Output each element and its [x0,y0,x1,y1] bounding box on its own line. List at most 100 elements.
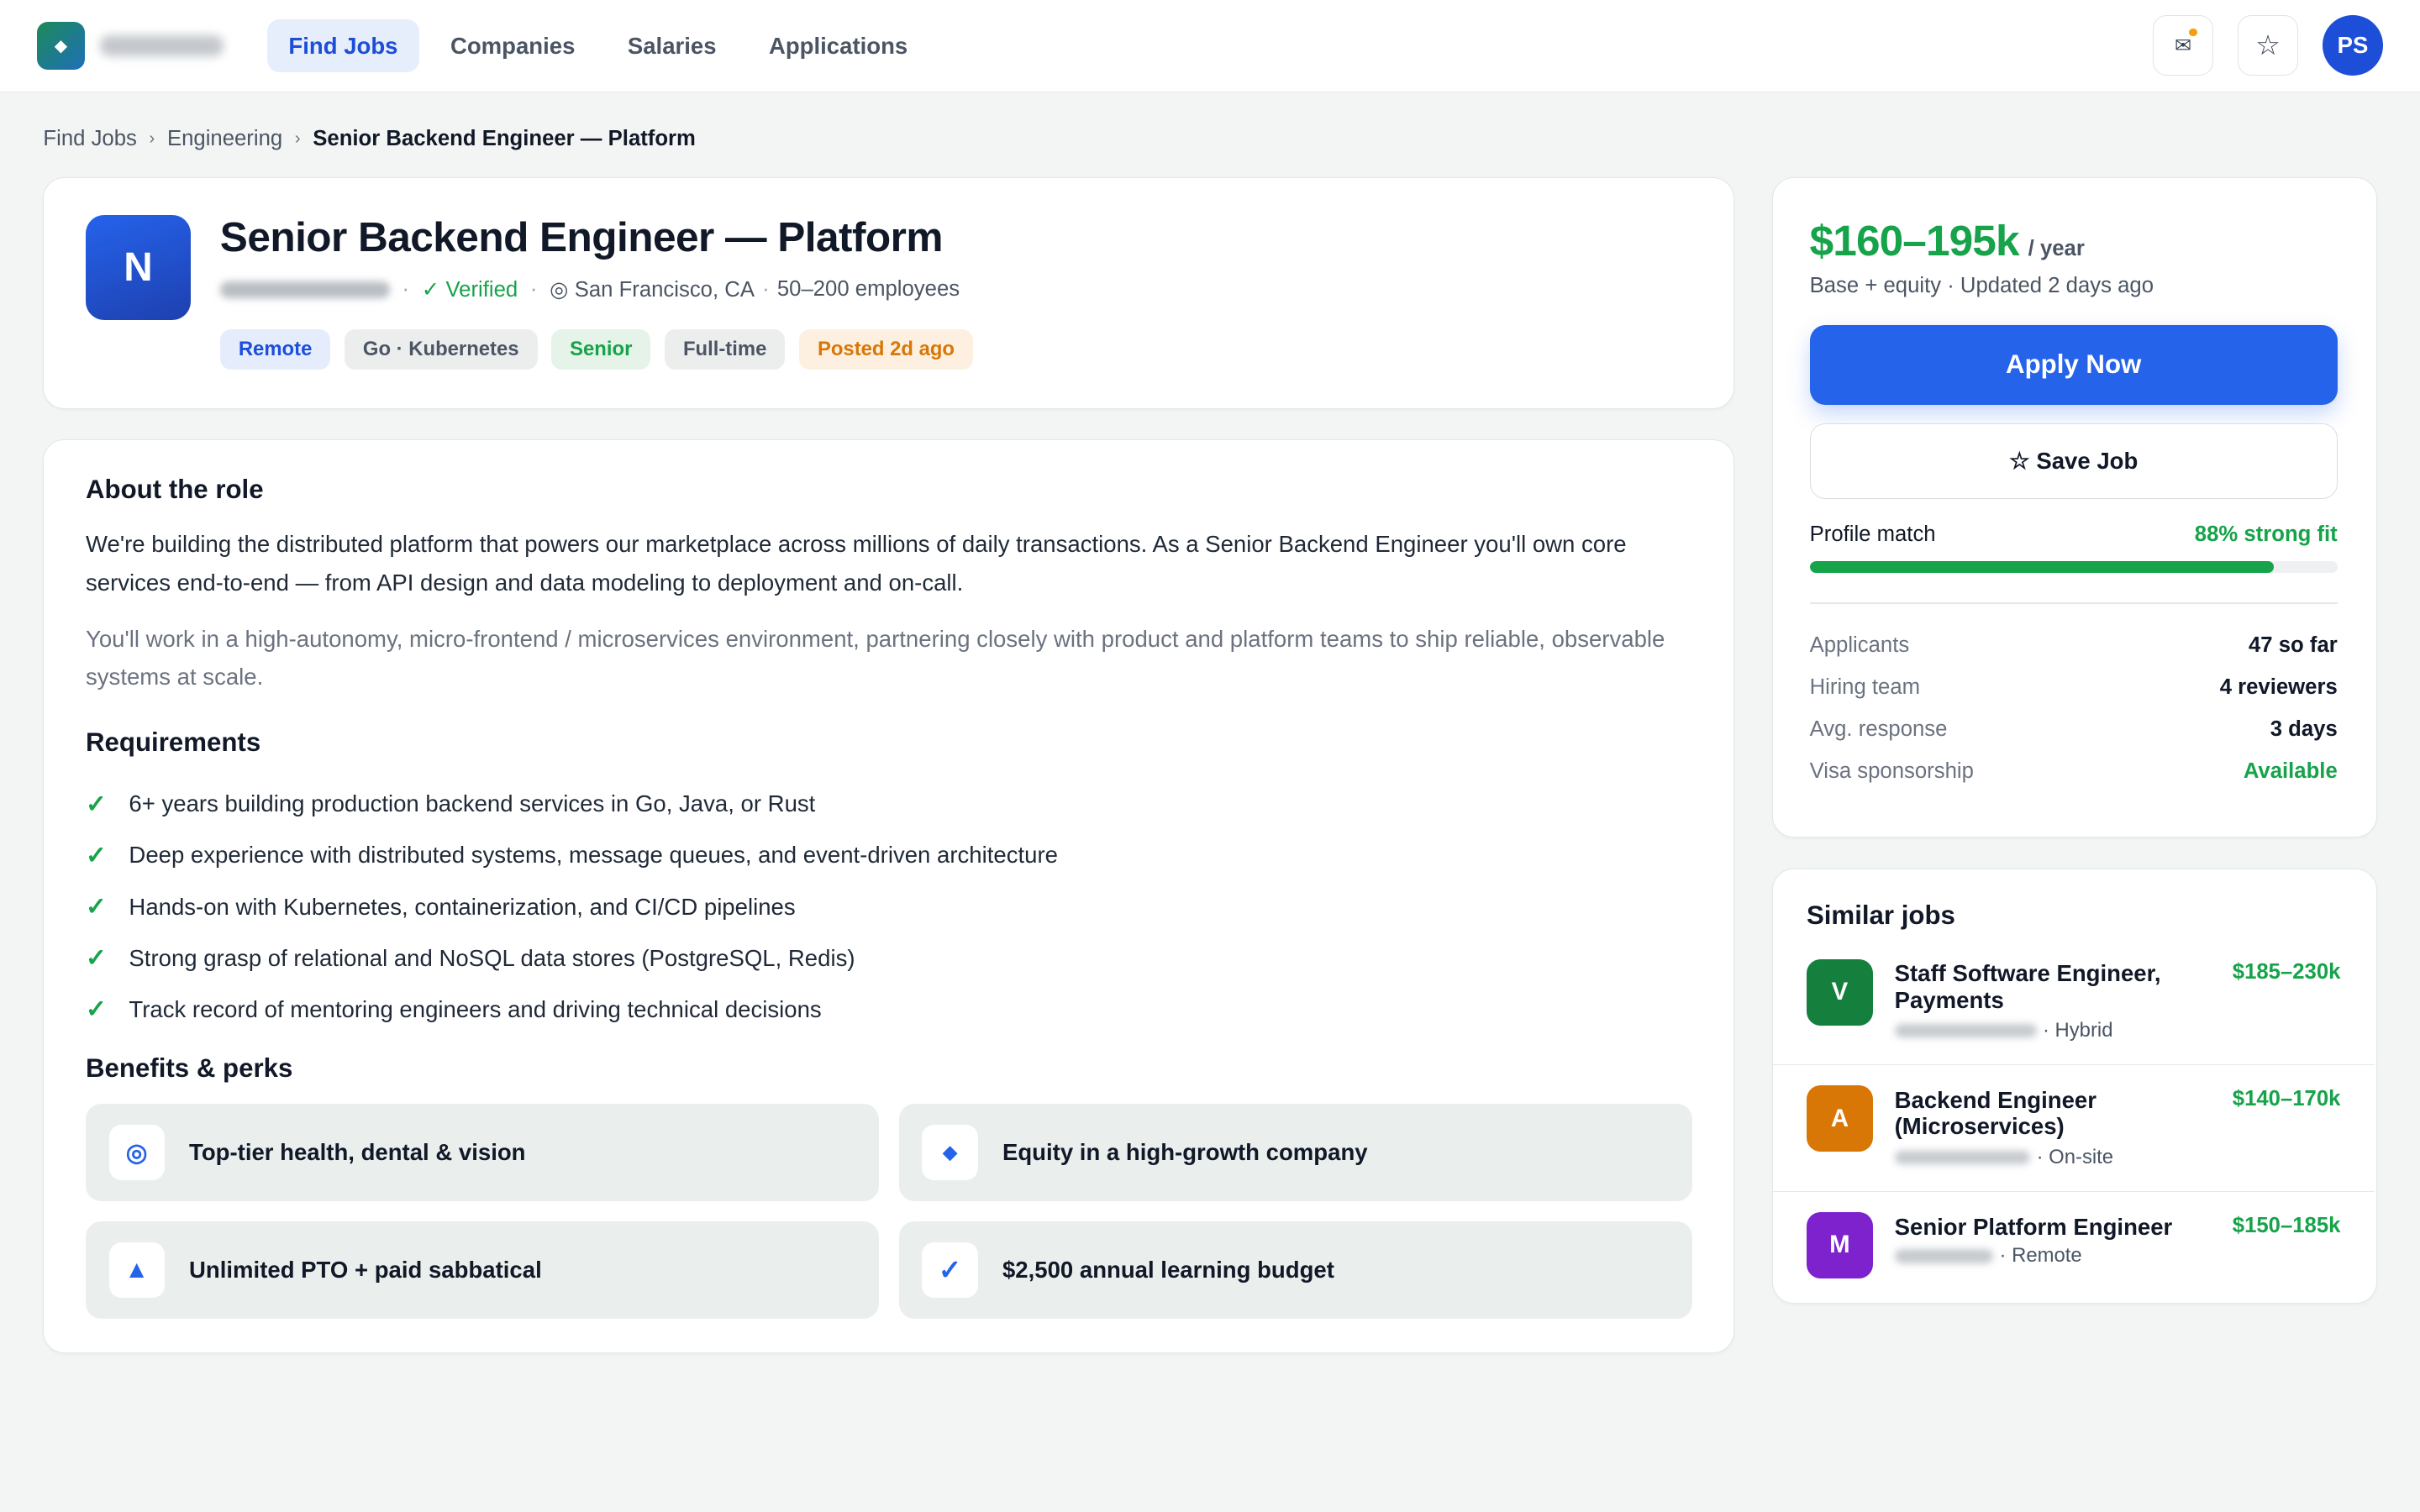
diamond-icon: ◆ [922,1125,978,1181]
check-icon: ✓ [86,790,107,818]
about-paragraph-1: We're building the distributed platform … [86,531,1627,596]
company-logo: A [1806,1085,1873,1152]
requirements-list: ✓ 6+ years building production backend se… [86,779,1058,1036]
tag-seniority: Senior [551,329,651,370]
tag-employment-type: Full-time [664,329,786,370]
company-logo: V [1806,958,1873,1026]
breadcrumb-engineering[interactable]: Engineering [167,127,282,151]
mail-icon: ✉ [2175,34,2192,57]
app-logo-wordmark [100,34,224,57]
company-name-redacted [1894,1249,1994,1263]
check-icon: ✓ [922,1242,978,1298]
apply-now-button[interactable]: Apply Now [1809,324,2338,406]
breadcrumb: Find Jobs › Engineering › Senior Backend… [43,127,696,151]
breadcrumb-separator-icon: › [149,129,155,148]
messages-button[interactable]: ✉ [2153,15,2213,76]
list-item: ✓ Track record of mentoring engineers and… [86,995,822,1024]
perk-learning: ✓ $2,500 annual learning budget [898,1221,1692,1319]
check-icon: ✓ [86,841,107,869]
save-job-button[interactable]: ☆ Save Job [1809,423,2338,500]
list-item: ✓ 6+ years building production backend se… [86,790,816,818]
job-details-card: About the role We're building the distri… [43,439,1735,1353]
nav-companies[interactable]: Companies [429,19,597,71]
salary-amount: $160–195k [1809,216,2020,265]
stat-applicants: Applicants 47 so far [1809,633,2338,657]
salary-unit: / year [2028,237,2085,261]
nav-salaries[interactable]: Salaries [606,19,738,71]
company-name-redacted [1894,1150,2031,1165]
similar-job-meta: · Hybrid [1894,1019,2112,1042]
about-heading: About the role [86,474,264,504]
list-item: ✓ Strong grasp of relational and NoSQL da… [86,944,855,973]
similar-jobs-heading: Similar jobs [1806,900,1955,930]
main-nav: Find Jobs Companies Salaries Application… [266,19,929,72]
benefits-heading: Benefits & perks [86,1053,293,1083]
similar-job-title[interactable]: Staff Software Engineer, Payments [1895,960,2188,1012]
perk-equity: ◆ Equity in a high-growth company [898,1104,1692,1201]
list-item: ✓ Hands-on with Kubernetes, containerizat… [86,893,796,921]
star-icon: ☆ [2255,30,2281,62]
triangle-icon: ▲ [108,1242,165,1298]
list-item: ✓ Deep experience with distributed system… [86,841,1058,869]
page-root: ◆ Find Jobs Companies Salaries Applicati… [0,0,2420,1512]
tag-remote: Remote [219,329,331,370]
similar-job-title[interactable]: Senior Platform Engineer [1895,1214,2203,1240]
health-icon: ◎ [108,1125,165,1181]
top-actions: ✉ ☆ PS [2153,15,2383,76]
check-icon: ✓ [86,995,107,1024]
similar-job-item[interactable]: V Staff Software Engineer, Payments $185… [1772,939,2375,1066]
requirements-heading: Requirements [86,727,261,758]
similar-job-item[interactable]: A Backend Engineer (Microservices) $140–… [1772,1065,2375,1192]
check-icon: ✓ [86,893,107,921]
similar-job-salary: $150–185k [2232,1213,2341,1237]
similar-job-title[interactable]: Backend Engineer (Microservices) [1895,1087,2188,1139]
job-stats: Applicants 47 so far Hiring team 4 revie… [1810,624,2338,793]
job-tags: Remote Go · Kubernetes Senior Full-time … [219,329,974,370]
top-navbar: ◆ Find Jobs Companies Salaries Applicati… [0,0,2420,93]
job-meta: · ✓ Verified · ◎ San Francisco, CA · 50–… [219,277,960,302]
divider [1809,602,2338,605]
company-name-redacted [1894,1023,2037,1038]
similar-job-meta: · Remote [1894,1244,2082,1268]
check-icon: ✓ [86,944,107,973]
stat-hiring-team: Hiring team 4 reviewers [1809,675,2338,699]
salary-subtitle: Base + equity · Updated 2 days ago [1809,274,2154,298]
stat-visa: Visa sponsorship Available [1809,759,2338,783]
job-title: Senior Backend Engineer — Platform [219,213,944,260]
nav-find-jobs[interactable]: Find Jobs [266,19,420,72]
profile-match-bar [1809,560,2338,574]
tag-stack: Go · Kubernetes [344,329,538,370]
profile-match-fill [1809,560,2275,574]
tag-posted: Posted 2d ago [798,329,974,370]
nav-applications[interactable]: Applications [747,19,929,71]
company-name-redacted[interactable] [219,281,390,298]
similar-job-meta: · On-site [1894,1146,2113,1169]
breadcrumb-current: Senior Backend Engineer — Platform [313,126,696,150]
about-paragraph-2: You'll work in a high-autonomy, micro-fr… [86,625,1665,690]
profile-match-value: 88% strong fit [2194,522,2338,546]
similar-jobs-card: Similar jobs V Staff Software Engineer, … [1771,869,2377,1304]
perk-health: ◎ Top-tier health, dental & vision [86,1104,880,1201]
company-size: 50–200 employees [776,277,960,302]
user-avatar[interactable]: PS [2323,15,2383,76]
job-location: ◎ San Francisco, CA [550,277,755,302]
app-logo-icon[interactable]: ◆ [37,22,86,71]
similar-job-salary: $185–230k [2232,960,2341,984]
company-logo: M [1806,1211,1873,1278]
saved-jobs-button[interactable]: ☆ [2238,15,2298,76]
profile-match: Profile match 88% strong fit [1810,522,2338,547]
benefits-grid: ◎ Top-tier health, dental & vision ◆ Equ… [86,1104,1694,1319]
apply-card: $160–195k / year Base + equity · Updated… [1771,177,2377,838]
company-logo: N [86,215,191,321]
verified-badge: ✓ Verified [421,277,518,302]
similar-job-salary: $140–170k [2232,1087,2341,1110]
job-header-card: N Senior Backend Engineer — Platform · ✓… [43,177,1735,409]
breadcrumb-find-jobs[interactable]: Find Jobs [43,127,136,151]
notification-dot [2189,29,2197,37]
similar-job-item[interactable]: M Senior Platform Engineer $150–185k · R… [1773,1192,2375,1319]
stat-avg-response: Avg. response 3 days [1809,717,2338,741]
profile-match-label: Profile match [1809,522,1936,546]
perk-pto: ▲ Unlimited PTO + paid sabbatical [86,1221,880,1319]
breadcrumb-separator-icon: › [294,129,301,148]
salary-range: $160–195k / year [1810,215,2085,265]
